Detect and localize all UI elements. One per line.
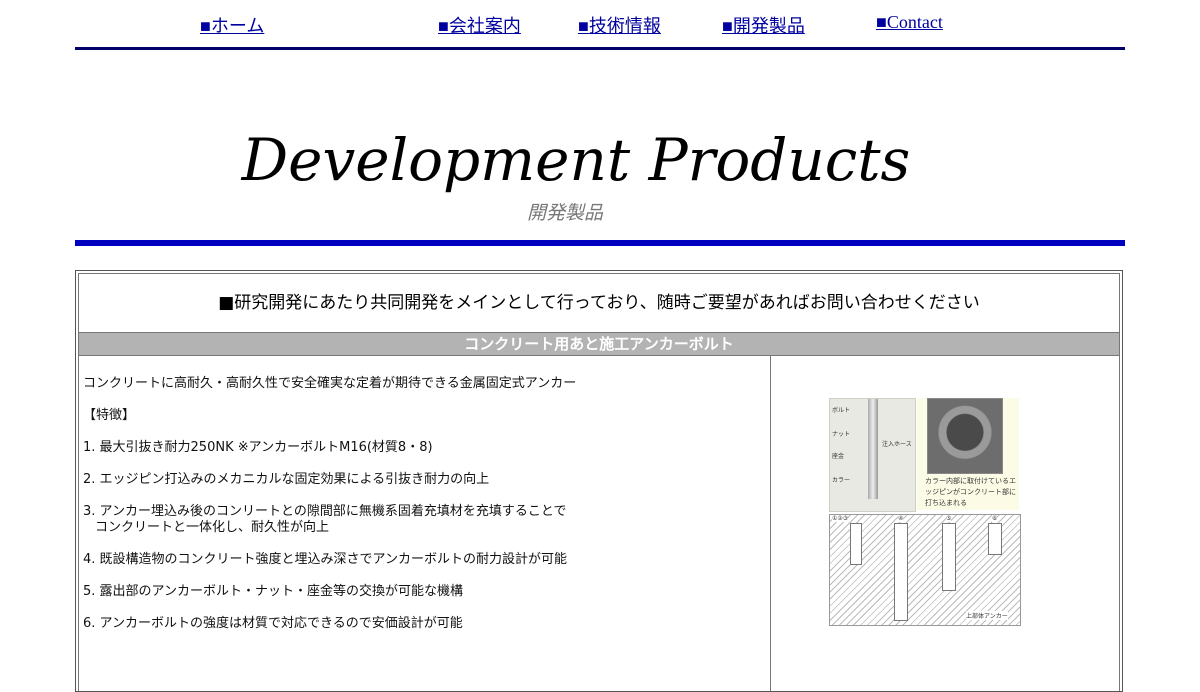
feature-item: 2. エッジピン打込みのメカニカルな固定効果による引抜き耐力の向上 [83, 472, 763, 488]
feature-item: 5. 露出部のアンカーボルト・ナット・座金等の交換が可能な機構 [83, 584, 763, 600]
feature-text: 5. 露出部のアンカーボルト・ナット・座金等の交換が可能な機構 [83, 584, 464, 599]
image-caption: カラー内部に取付けているエッジピンがコンクリート部に打ち込まれる [925, 477, 1016, 507]
anchor-bolt-photo: ボルト ナット 座金 カラー 注入ホース [829, 398, 916, 512]
nav-link-tech-info[interactable]: ■技術情報 [578, 12, 661, 38]
drill-hole-shape [850, 523, 862, 565]
feature-text: 2. エッジピン打込みのメカニカルな固定効果による引抜き耐力の向上 [83, 472, 490, 487]
image-label: 座金 [832, 453, 845, 460]
diagram-step-label: ⑥ [992, 515, 998, 522]
nav-bullet: ■ [438, 16, 449, 36]
collar-metal-shape [927, 398, 1003, 474]
nav-link-products[interactable]: ■開発製品 [722, 12, 805, 38]
feature-item: 1. 最大引抜き耐力250NK ※アンカーボルトM16(材質8・8) [83, 440, 763, 456]
nav-label: 技術情報 [588, 16, 661, 36]
nav-bullet: ■ [578, 16, 589, 36]
product-lead: コンクリートに高耐久・高耐久性で安全確実な定着が期待できる金属固定式アンカー [83, 376, 577, 391]
products-table-inner: ■研究開発にあたり共同開発をメインとして行っており、随時ご要望があればお問い合わ… [78, 273, 1120, 691]
hero-divider [75, 240, 1125, 246]
product-image: ボルト ナット 座金 カラー 注入ホース カラー内部に取付けているエッジピンがコ… [829, 398, 1021, 626]
installation-diagram: ①②③ ④ ⑤ ⑥ 上部体アンカー [829, 514, 1021, 626]
nav-divider [75, 47, 1125, 50]
diagram-note: 上部体アンカー [966, 611, 1008, 620]
features-heading: 【特徴】 [83, 408, 136, 423]
nav-link-home[interactable]: ■ホーム [200, 12, 264, 38]
section-heading: コンクリート用あと施工アンカーボルト [79, 332, 1119, 356]
image-label: カラー [832, 477, 851, 484]
diagram-step-label: ⑤ [946, 515, 952, 522]
nav-label: ホーム [210, 16, 265, 36]
nav-bullet: ■ [200, 16, 211, 36]
image-label: ボルト [832, 407, 851, 414]
bolt-rod-shape [868, 399, 878, 499]
nav-label: 会社案内 [448, 16, 521, 36]
feature-item: 4. 既設構造物のコンクリート強度と埋込み深さでアンカーボルトの耐力設計が可能 [83, 552, 763, 568]
intro-text: ■研究開発にあたり共同開発をメインとして行っており、随時ご要望があればお問い合わ… [218, 293, 980, 313]
feature-text-continued: コンクリートと一体化し、耐久性が向上 [95, 520, 330, 535]
diagram-step-label: ①②③ [832, 515, 849, 522]
product-description: コンクリートに高耐久・高耐久性で安全確実な定着が期待できる金属固定式アンカー 【… [83, 376, 763, 648]
page-title: Development Products [241, 126, 911, 194]
nav-bullet: ■ [876, 12, 887, 32]
image-label: ナット [832, 431, 851, 438]
feature-text: 4. 既設構造物のコンクリート強度と埋込み深さでアンカーボルトの耐力設計が可能 [83, 552, 568, 567]
collar-closeup-photo: カラー内部に取付けているエッジピンがコンクリート部に打ち込まれる [917, 398, 1019, 510]
image-label: 注入ホース [882, 441, 912, 448]
feature-item: 3. アンカー埋込み後のコンリートとの隙間部に無機系固着充填材を充填することでコ… [83, 504, 763, 536]
column-divider [770, 356, 771, 691]
drill-hole-shape [894, 523, 908, 621]
nav-link-contact[interactable]: ■Contact [876, 12, 943, 33]
drill-hole-shape [942, 523, 956, 591]
feature-text: 3. アンカー埋込み後のコンリートとの隙間部に無機系固着充填材を充填することで [83, 504, 567, 519]
feature-text: 6. アンカーボルトの強度は材質で対応できるので安価設計が可能 [83, 616, 463, 631]
nav-bullet: ■ [722, 16, 733, 36]
feature-text: 1. 最大引抜き耐力250NK ※アンカーボルトM16(材質8・8) [83, 440, 433, 455]
nav-label: 開発製品 [732, 16, 805, 36]
products-table: ■研究開発にあたり共同開発をメインとして行っており、随時ご要望があればお問い合わ… [75, 270, 1123, 692]
page-subtitle: 開発製品 [526, 202, 603, 224]
drill-hole-shape [988, 523, 1002, 555]
nav-label: Contact [886, 12, 943, 32]
nav-link-company[interactable]: ■会社案内 [438, 12, 521, 38]
diagram-step-label: ④ [898, 515, 904, 522]
